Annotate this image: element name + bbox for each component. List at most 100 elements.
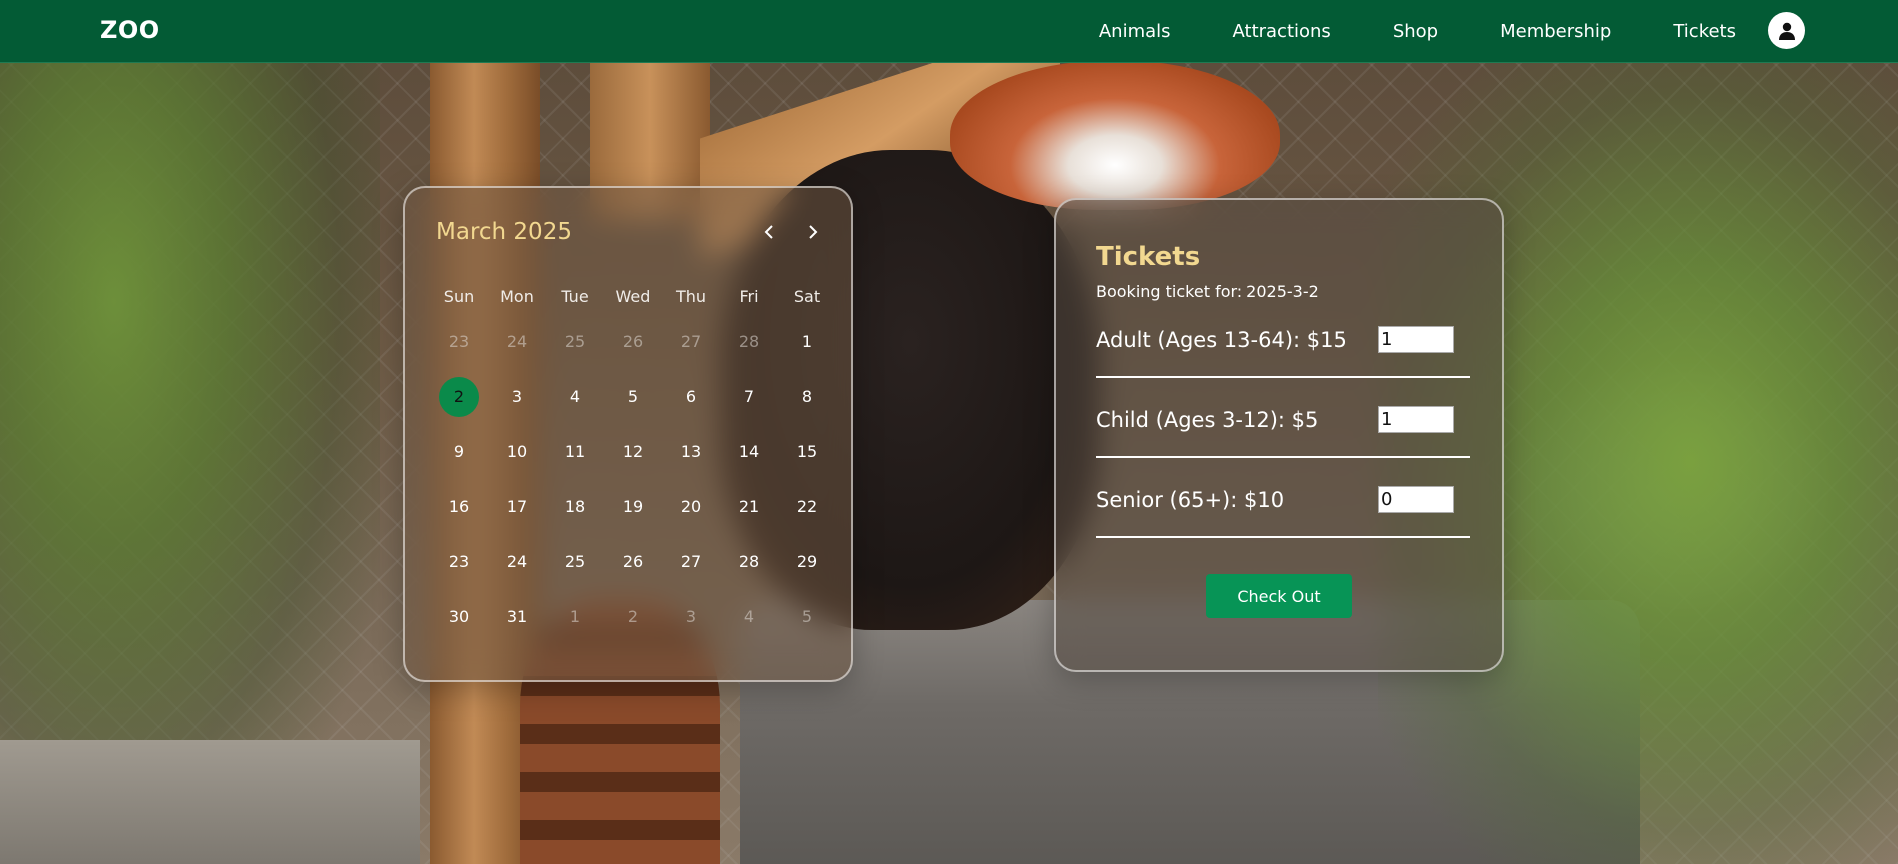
calendar-day[interactable]: 26 [604,542,662,582]
user-icon[interactable] [1768,12,1805,49]
calendar-week-row: 23 24 25 26 27 28 1 [430,314,836,369]
calendar-panel: March 2025 Sun Mon Tue Wed Thu Fri Sat 2… [403,186,853,682]
calendar-week-row: 2 3 4 5 6 7 8 [430,369,836,424]
calendar-day-selected[interactable]: 2 [430,376,488,417]
calendar-day-number: 21 [738,496,760,516]
nav-link-attractions[interactable]: Attractions [1233,21,1331,42]
calendar-day[interactable]: 28 [720,542,778,582]
tickets-panel: Tickets Booking ticket for: 2025-3-2 Adul… [1054,198,1504,672]
calendar-day[interactable]: 23 [430,322,488,362]
calendar-day-number: 28 [738,551,760,571]
nav-link-animals[interactable]: Animals [1099,21,1171,42]
checkout-button[interactable]: Check Out [1206,574,1352,618]
chevron-right-icon[interactable] [799,218,827,246]
calendar-day-number: 23 [448,551,470,571]
weekday-label: Sun [443,287,475,306]
calendar-day-number: 4 [743,606,755,626]
calendar-day[interactable]: 5 [604,377,662,417]
nav-link-shop[interactable]: Shop [1393,21,1438,42]
calendar-day[interactable]: 1 [546,597,604,637]
calendar-day-number: 26 [622,331,644,351]
calendar-day-number: 4 [569,386,581,406]
tickets-title: Tickets [1096,242,1201,272]
calendar-day[interactable]: 5 [778,597,836,637]
calendar-day[interactable]: 4 [720,597,778,637]
calendar-day-number: 30 [448,606,470,626]
calendar-day[interactable]: 8 [778,377,836,417]
calendar-day[interactable]: 16 [430,487,488,527]
calendar-day[interactable]: 24 [488,322,546,362]
calendar-day-number: 15 [796,441,818,461]
calendar-day[interactable]: 4 [546,377,604,417]
calendar-day-number: 22 [796,496,818,516]
calendar-day[interactable]: 11 [546,432,604,472]
calendar-day[interactable]: 25 [546,322,604,362]
ticket-qty-child[interactable] [1378,406,1454,433]
calendar-day[interactable]: 2 [604,597,662,637]
calendar-day[interactable]: 1 [778,322,836,362]
calendar-day-number: 6 [685,386,697,406]
calendar-day[interactable]: 24 [488,542,546,582]
calendar-day-number: 29 [796,551,818,571]
weekday-label: Sat [793,287,821,306]
calendar-day[interactable]: 15 [778,432,836,472]
calendar-day-number: 3 [511,386,523,406]
calendar-day[interactable]: 3 [662,597,720,637]
calendar-day[interactable]: 25 [546,542,604,582]
nav-link-tickets[interactable]: Tickets [1673,21,1736,42]
calendar-day-number: 8 [801,386,813,406]
weekday-label: Wed [615,287,651,306]
calendar-day[interactable]: 21 [720,487,778,527]
weekday-label: Tue [561,287,589,306]
calendar-day[interactable]: 31 [488,597,546,637]
calendar-day-number: 1 [569,606,581,626]
calendar-day-number: 26 [622,551,644,571]
calendar-day-number: 9 [453,441,465,461]
calendar-day[interactable]: 27 [662,322,720,362]
calendar-day-number: 5 [627,386,639,406]
chevron-left-icon[interactable] [755,218,783,246]
calendar-day-number: 17 [506,496,528,516]
logo[interactable]: ZOO [100,16,160,44]
calendar-day[interactable]: 13 [662,432,720,472]
calendar-day-number: 27 [680,331,702,351]
calendar-day[interactable]: 6 [662,377,720,417]
ticket-row-senior: Senior (65+): $10 [1096,474,1470,538]
calendar-day[interactable]: 12 [604,432,662,472]
calendar-day-number: 16 [448,496,470,516]
calendar-day[interactable]: 28 [720,322,778,362]
calendar-day[interactable]: 9 [430,432,488,472]
background-photo [0,0,1898,864]
nav-links: Animals Attractions Shop Membership Tick… [1037,0,1736,62]
red-panda-head [950,60,1280,210]
ticket-label-senior: Senior (65+): $10 [1096,488,1285,512]
calendar-day-number: 5 [801,606,813,626]
calendar-day[interactable]: 30 [430,597,488,637]
calendar-day[interactable]: 17 [488,487,546,527]
calendar-day[interactable]: 3 [488,377,546,417]
ticket-qty-senior[interactable] [1378,486,1454,513]
calendar-day-number: 13 [680,441,702,461]
booking-date: 2025-3-2 [1246,282,1319,301]
booking-label: Booking ticket for: [1096,282,1243,301]
calendar-day[interactable]: 14 [720,432,778,472]
calendar-day[interactable]: 23 [430,542,488,582]
calendar-day[interactable]: 22 [778,487,836,527]
calendar-day[interactable]: 26 [604,322,662,362]
calendar-day[interactable]: 18 [546,487,604,527]
calendar-day-number: 24 [506,551,528,571]
ticket-label-adult: Adult (Ages 13-64): $15 [1096,328,1347,352]
calendar-day[interactable]: 7 [720,377,778,417]
calendar-day-number: 11 [564,441,586,461]
calendar-day-number: 7 [743,386,755,406]
calendar-day-number: 28 [738,331,760,351]
calendar-day-number: 20 [680,496,702,516]
ticket-qty-adult[interactable] [1378,326,1454,353]
calendar-day[interactable]: 20 [662,487,720,527]
calendar-day[interactable]: 10 [488,432,546,472]
calendar-day[interactable]: 29 [778,542,836,582]
nav-link-membership[interactable]: Membership [1500,21,1611,42]
calendar-day[interactable]: 19 [604,487,662,527]
calendar-day-number: 27 [680,551,702,571]
calendar-day[interactable]: 27 [662,542,720,582]
